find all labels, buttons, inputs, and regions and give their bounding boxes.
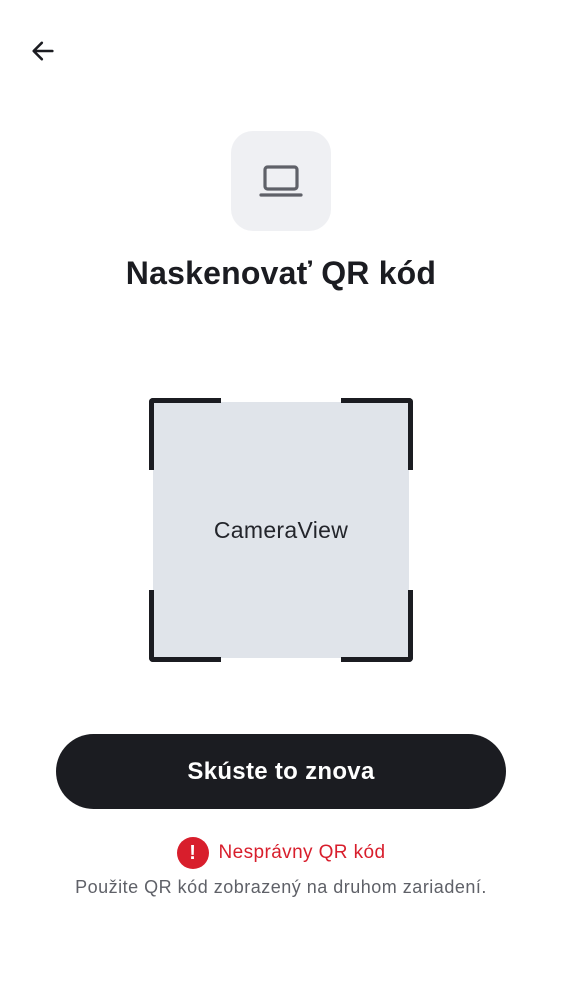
error-text: Nesprávny QR kód — [218, 842, 386, 863]
scanner-corner-top-left — [149, 398, 221, 470]
laptop-icon — [259, 165, 303, 197]
device-icon-tile — [231, 131, 331, 231]
page-title: Naskenovať QR kód — [125, 255, 437, 291]
qr-scanner-frame: CameraView — [149, 398, 413, 662]
arrow-left-icon — [32, 41, 54, 61]
scanner-corner-bottom-right — [341, 590, 413, 662]
back-button[interactable] — [22, 30, 64, 72]
hint-text: Použite QR kód zobrazený na druhom zaria… — [75, 877, 487, 897]
camera-view-label: CameraView — [213, 516, 349, 543]
scanner-corner-bottom-left — [149, 590, 221, 662]
exclamation-icon: ! — [176, 837, 209, 869]
scan-qr-screen: Naskenovať QR kód CameraView Skúste to z… — [0, 0, 562, 1000]
retry-button[interactable]: Skúste to znova — [56, 734, 506, 809]
error-message: ! Nesprávny QR kód — [0, 837, 562, 869]
scanner-corner-top-right — [341, 398, 413, 470]
